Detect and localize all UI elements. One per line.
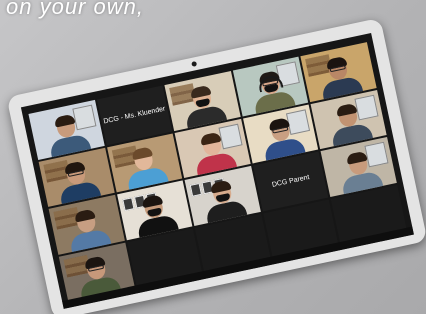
participant-figure: [256, 113, 307, 163]
participant-figure: [188, 127, 239, 178]
participant-figure: [177, 80, 228, 130]
photo-scene: on your own, DCG - Ms. Kluender DCG Paren…: [0, 0, 426, 314]
participant-figure: [130, 189, 181, 239]
participant-figure: [41, 109, 92, 159]
participant-figure: [314, 51, 365, 101]
participant-figure: [198, 175, 249, 225]
laptop-screen: DCG - Ms. Kluender DCG Parent: [20, 32, 414, 309]
caption-text: on your own,: [6, 0, 144, 19]
participant-name-label: DCG - Ms. Kluender: [102, 105, 166, 126]
participant-figure: [62, 204, 113, 254]
participant-figure: [119, 142, 170, 192]
participant-figure: [246, 65, 297, 116]
laptop: DCG - Ms. Kluender DCG Parent: [6, 17, 426, 314]
participant-name-label: DCG Parent: [271, 173, 311, 189]
participant-figure: [324, 98, 375, 149]
participant-figure: [334, 146, 385, 196]
participant-figure: [51, 156, 102, 207]
